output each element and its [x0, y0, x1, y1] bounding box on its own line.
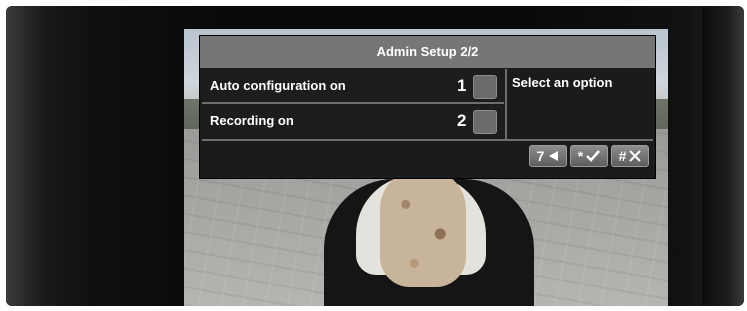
- soft-key-label: 7: [536, 148, 545, 164]
- device-bezel-left: [6, 6, 98, 306]
- display-screen: Admin Setup 2/2 Auto configuration on 1 …: [184, 29, 668, 306]
- option-checkbox[interactable]: [473, 110, 497, 134]
- menu-title: Admin Setup 2/2: [200, 36, 655, 68]
- option-label: Auto configuration on: [210, 78, 346, 93]
- option-key-number: 1: [457, 76, 467, 95]
- soft-key-bar: 7 * #: [529, 145, 649, 167]
- option-checkbox[interactable]: [473, 75, 497, 99]
- option-recording[interactable]: Recording on 2: [202, 106, 504, 136]
- device-bezel-right: [702, 6, 744, 306]
- option-label: Recording on: [210, 113, 294, 128]
- footer-divider: [202, 139, 653, 141]
- row-divider: [202, 102, 504, 104]
- admin-setup-menu: Admin Setup 2/2 Auto configuration on 1 …: [199, 35, 656, 179]
- column-divider: [505, 69, 507, 139]
- cancel-soft-key[interactable]: #: [611, 145, 649, 167]
- person-scarf: [380, 169, 466, 287]
- option-key-number: 2: [457, 111, 467, 130]
- confirm-soft-key[interactable]: *: [570, 145, 608, 167]
- soft-key-label: #: [618, 148, 627, 164]
- checkmark-icon: [586, 150, 601, 162]
- back-soft-key[interactable]: 7: [529, 145, 567, 167]
- cancel-x-icon: [629, 150, 642, 162]
- hint-text: Select an option: [512, 75, 613, 90]
- intercom-device: Admin Setup 2/2 Auto configuration on 1 …: [6, 6, 744, 306]
- soft-key-label: *: [577, 148, 584, 164]
- back-arrow-icon: [549, 151, 559, 161]
- option-auto-configuration[interactable]: Auto configuration on 1: [202, 71, 504, 101]
